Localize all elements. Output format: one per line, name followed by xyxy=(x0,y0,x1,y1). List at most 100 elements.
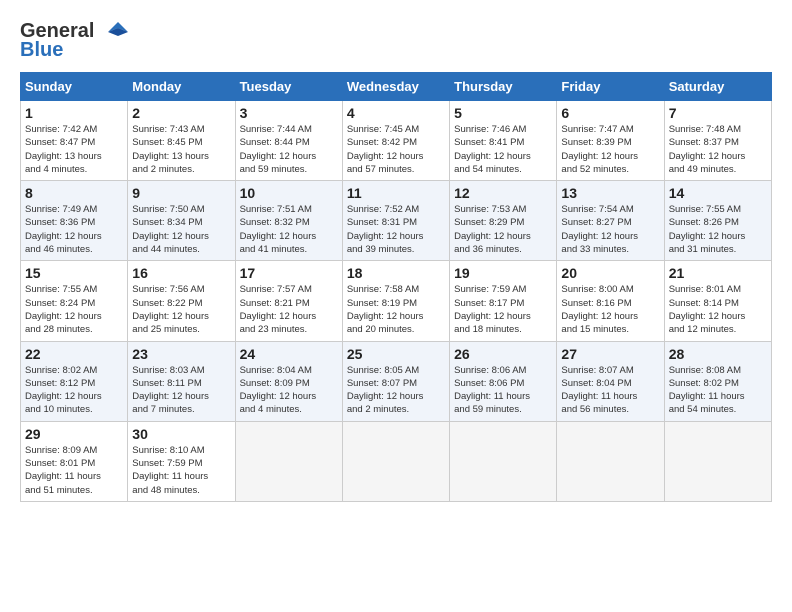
day-number: 8 xyxy=(25,185,123,201)
day-info: Sunrise: 8:04 AM Sunset: 8:09 PM Dayligh… xyxy=(240,364,338,417)
day-number: 11 xyxy=(347,185,445,201)
day-info: Sunrise: 8:07 AM Sunset: 8:04 PM Dayligh… xyxy=(561,364,659,417)
day-info: Sunrise: 7:58 AM Sunset: 8:19 PM Dayligh… xyxy=(347,283,445,336)
day-info: Sunrise: 7:42 AM Sunset: 8:47 PM Dayligh… xyxy=(25,123,123,176)
calendar-cell: 1 Sunrise: 7:42 AM Sunset: 8:47 PM Daylig… xyxy=(21,101,128,181)
calendar-cell: 27 Sunrise: 8:07 AM Sunset: 8:04 PM Dayli… xyxy=(557,341,664,421)
calendar-cell: 10 Sunrise: 7:51 AM Sunset: 8:32 PM Dayli… xyxy=(235,181,342,261)
week-row-3: 15 Sunrise: 7:55 AM Sunset: 8:24 PM Dayli… xyxy=(21,261,772,341)
day-number: 13 xyxy=(561,185,659,201)
day-number: 4 xyxy=(347,105,445,121)
day-number: 14 xyxy=(669,185,767,201)
calendar-cell xyxy=(342,421,449,501)
calendar-cell: 14 Sunrise: 7:55 AM Sunset: 8:26 PM Dayli… xyxy=(664,181,771,261)
calendar-cell: 11 Sunrise: 7:52 AM Sunset: 8:31 PM Dayli… xyxy=(342,181,449,261)
day-info: Sunrise: 7:46 AM Sunset: 8:41 PM Dayligh… xyxy=(454,123,552,176)
day-info: Sunrise: 7:55 AM Sunset: 8:26 PM Dayligh… xyxy=(669,203,767,256)
calendar-cell xyxy=(450,421,557,501)
day-info: Sunrise: 7:43 AM Sunset: 8:45 PM Dayligh… xyxy=(132,123,230,176)
day-info: Sunrise: 7:50 AM Sunset: 8:34 PM Dayligh… xyxy=(132,203,230,256)
day-info: Sunrise: 7:45 AM Sunset: 8:42 PM Dayligh… xyxy=(347,123,445,176)
day-number: 10 xyxy=(240,185,338,201)
day-info: Sunrise: 8:08 AM Sunset: 8:02 PM Dayligh… xyxy=(669,364,767,417)
day-info: Sunrise: 7:56 AM Sunset: 8:22 PM Dayligh… xyxy=(132,283,230,336)
column-header-monday: Monday xyxy=(128,73,235,101)
calendar-cell xyxy=(557,421,664,501)
calendar-cell: 12Sunrise: 7:53 AM Sunset: 8:29 PM Dayli… xyxy=(450,181,557,261)
day-info: Sunrise: 7:48 AM Sunset: 8:37 PM Dayligh… xyxy=(669,123,767,176)
calendar-cell: 24 Sunrise: 8:04 AM Sunset: 8:09 PM Dayli… xyxy=(235,341,342,421)
column-header-saturday: Saturday xyxy=(664,73,771,101)
calendar-cell: 15 Sunrise: 7:55 AM Sunset: 8:24 PM Dayli… xyxy=(21,261,128,341)
day-info: Sunrise: 8:01 AM Sunset: 8:14 PM Dayligh… xyxy=(669,283,767,336)
day-number: 29 xyxy=(25,426,123,442)
day-number: 17 xyxy=(240,265,338,281)
day-number: 30 xyxy=(132,426,230,442)
day-number: 7 xyxy=(669,105,767,121)
column-header-tuesday: Tuesday xyxy=(235,73,342,101)
calendar-cell: 9 Sunrise: 7:50 AM Sunset: 8:34 PM Daylig… xyxy=(128,181,235,261)
day-info: Sunrise: 7:51 AM Sunset: 8:32 PM Dayligh… xyxy=(240,203,338,256)
calendar-cell: 7 Sunrise: 7:48 AM Sunset: 8:37 PM Daylig… xyxy=(664,101,771,181)
calendar-cell xyxy=(235,421,342,501)
calendar-cell: 16 Sunrise: 7:56 AM Sunset: 8:22 PM Dayli… xyxy=(128,261,235,341)
calendar-cell: 3Sunrise: 7:44 AM Sunset: 8:44 PM Daylig… xyxy=(235,101,342,181)
calendar-cell: 30 Sunrise: 8:10 AM Sunset: 7:59 PM Dayli… xyxy=(128,421,235,501)
calendar-cell: 20Sunrise: 8:00 AM Sunset: 8:16 PM Dayli… xyxy=(557,261,664,341)
column-header-wednesday: Wednesday xyxy=(342,73,449,101)
day-info: Sunrise: 8:10 AM Sunset: 7:59 PM Dayligh… xyxy=(132,444,230,497)
calendar-cell xyxy=(664,421,771,501)
day-info: Sunrise: 8:03 AM Sunset: 8:11 PM Dayligh… xyxy=(132,364,230,417)
calendar-cell: 25 Sunrise: 8:05 AM Sunset: 8:07 PM Dayli… xyxy=(342,341,449,421)
day-info: Sunrise: 7:52 AM Sunset: 8:31 PM Dayligh… xyxy=(347,203,445,256)
day-number: 3 xyxy=(240,105,338,121)
column-header-thursday: Thursday xyxy=(450,73,557,101)
calendar-cell: 19Sunrise: 7:59 AM Sunset: 8:17 PM Dayli… xyxy=(450,261,557,341)
header: General Blue xyxy=(20,20,772,62)
calendar-cell: 22Sunrise: 8:02 AM Sunset: 8:12 PM Dayli… xyxy=(21,341,128,421)
week-row-5: 29Sunrise: 8:09 AM Sunset: 8:01 PM Dayli… xyxy=(21,421,772,501)
calendar-cell: 17 Sunrise: 7:57 AM Sunset: 8:21 PM Dayli… xyxy=(235,261,342,341)
calendar-cell: 21Sunrise: 8:01 AM Sunset: 8:14 PM Dayli… xyxy=(664,261,771,341)
day-number: 25 xyxy=(347,346,445,362)
calendar-cell: 6 Sunrise: 7:47 AM Sunset: 8:39 PM Daylig… xyxy=(557,101,664,181)
day-info: Sunrise: 7:55 AM Sunset: 8:24 PM Dayligh… xyxy=(25,283,123,336)
logo-text-blue: Blue xyxy=(20,39,63,62)
day-info: Sunrise: 8:05 AM Sunset: 8:07 PM Dayligh… xyxy=(347,364,445,417)
calendar-cell: 29Sunrise: 8:09 AM Sunset: 8:01 PM Dayli… xyxy=(21,421,128,501)
week-row-4: 22Sunrise: 8:02 AM Sunset: 8:12 PM Dayli… xyxy=(21,341,772,421)
day-info: Sunrise: 7:49 AM Sunset: 8:36 PM Dayligh… xyxy=(25,203,123,256)
calendar-cell: 23 Sunrise: 8:03 AM Sunset: 8:11 PM Dayli… xyxy=(128,341,235,421)
day-number: 12 xyxy=(454,185,552,201)
calendar-table: SundayMondayTuesdayWednesdayThursdayFrid… xyxy=(20,72,772,502)
day-number: 18 xyxy=(347,265,445,281)
day-number: 6 xyxy=(561,105,659,121)
calendar-cell: 8 Sunrise: 7:49 AM Sunset: 8:36 PM Daylig… xyxy=(21,181,128,261)
day-number: 9 xyxy=(132,185,230,201)
day-info: Sunrise: 8:02 AM Sunset: 8:12 PM Dayligh… xyxy=(25,364,123,417)
day-number: 26 xyxy=(454,346,552,362)
calendar-cell: 4 Sunrise: 7:45 AM Sunset: 8:42 PM Daylig… xyxy=(342,101,449,181)
calendar-cell: 26Sunrise: 8:06 AM Sunset: 8:06 PM Dayli… xyxy=(450,341,557,421)
day-number: 1 xyxy=(25,105,123,121)
day-number: 27 xyxy=(561,346,659,362)
day-info: Sunrise: 7:54 AM Sunset: 8:27 PM Dayligh… xyxy=(561,203,659,256)
week-row-2: 8 Sunrise: 7:49 AM Sunset: 8:36 PM Daylig… xyxy=(21,181,772,261)
day-number: 19 xyxy=(454,265,552,281)
logo-bird-icon xyxy=(98,22,128,42)
day-number: 24 xyxy=(240,346,338,362)
day-number: 20 xyxy=(561,265,659,281)
logo: General Blue xyxy=(20,20,128,62)
day-number: 5 xyxy=(454,105,552,121)
day-number: 15 xyxy=(25,265,123,281)
day-number: 16 xyxy=(132,265,230,281)
day-info: Sunrise: 7:57 AM Sunset: 8:21 PM Dayligh… xyxy=(240,283,338,336)
calendar-cell: 13 Sunrise: 7:54 AM Sunset: 8:27 PM Dayli… xyxy=(557,181,664,261)
day-info: Sunrise: 7:47 AM Sunset: 8:39 PM Dayligh… xyxy=(561,123,659,176)
column-header-sunday: Sunday xyxy=(21,73,128,101)
calendar-cell: 28Sunrise: 8:08 AM Sunset: 8:02 PM Dayli… xyxy=(664,341,771,421)
week-row-1: 1 Sunrise: 7:42 AM Sunset: 8:47 PM Daylig… xyxy=(21,101,772,181)
calendar-cell: 5 Sunrise: 7:46 AM Sunset: 8:41 PM Daylig… xyxy=(450,101,557,181)
column-header-friday: Friday xyxy=(557,73,664,101)
day-number: 23 xyxy=(132,346,230,362)
